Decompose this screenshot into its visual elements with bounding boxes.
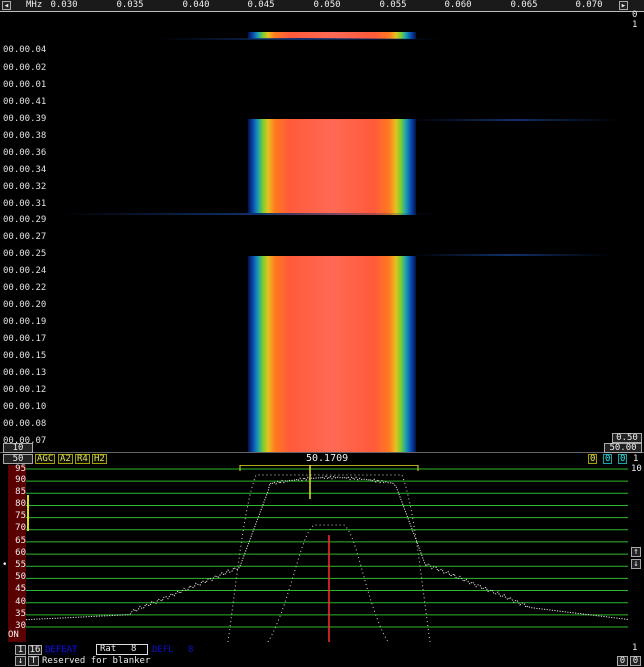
y-axis-label: 50 [15, 572, 26, 582]
time-label: 00.00.10 [3, 402, 47, 412]
waterfall-scale-right-bottom[interactable]: 50.00 [604, 443, 642, 453]
signal-band-bottom [248, 256, 416, 452]
defl-tag[interactable]: DEFL [152, 645, 174, 655]
time-label: 00.00.12 [3, 385, 47, 395]
time-label: 00.00.39 [3, 114, 47, 124]
y-axis-label: 35 [15, 609, 26, 619]
noise-streak [410, 119, 620, 121]
y-axis-label: 55 [15, 560, 26, 570]
defl-value: 8 [188, 645, 194, 655]
rat-value: 8 [131, 644, 137, 654]
time-label: 00.00.25 [3, 249, 47, 259]
sixteen-button[interactable]: 16 [28, 645, 42, 655]
spectrum-range-top: 10 [631, 464, 642, 474]
bottom-right-value[interactable]: 0 [617, 656, 628, 666]
bottom-right-button[interactable]: 0 [630, 656, 641, 666]
time-label: 00.00.38 [3, 131, 47, 141]
spectrum-trace [25, 475, 628, 621]
frequency-tick-label: 0.050 [313, 0, 341, 10]
time-label: 00.00.01 [3, 80, 47, 90]
spectrum-display[interactable]: 95 90 85 80 75 70 65 60 55 50 45 40 35 3… [0, 465, 628, 642]
y-axis-label: 45 [15, 584, 26, 594]
value-box[interactable]: 0 [588, 454, 598, 464]
y-axis-label: 60 [15, 548, 26, 558]
frequency-scale-bar[interactable]: ◂ MHz 0.030 0.035 0.040 0.045 0.050 0.05… [0, 0, 644, 12]
time-label: 00.00.24 [3, 266, 47, 276]
spectrum-plot [8, 465, 628, 642]
value-box[interactable]: 0 [603, 454, 613, 464]
y-axis-label: 95 [15, 464, 26, 474]
frequency-unit-label: MHz [26, 0, 43, 10]
frequency-tick-label: 0.040 [182, 0, 210, 10]
time-label: 00.00.32 [3, 182, 47, 192]
time-label: 00.00.41 [3, 97, 47, 107]
defeat-tag[interactable]: DEFEAT [45, 645, 78, 655]
time-label: 00.00.22 [3, 283, 47, 293]
a2-button[interactable]: A2 [58, 454, 73, 464]
down-arrow-button[interactable]: ↓ [15, 656, 26, 666]
status-message: Reserved for blanker [42, 656, 151, 666]
time-label: 00.00.27 [3, 232, 47, 242]
agc-button[interactable]: AGC [35, 454, 56, 464]
y-axis-label: 75 [15, 511, 26, 521]
y-axis-label: 85 [15, 487, 26, 497]
y-axis-label: 80 [15, 499, 26, 509]
status-bar: 1 16 DEFEAT Rat 8 DEFL 8 ↓ T Reserved fo… [0, 643, 644, 667]
center-frequency-readout: 50.1709 [306, 453, 349, 464]
scroll-up-button[interactable]: ↑ [631, 547, 641, 557]
y-axis-label: 65 [15, 536, 26, 546]
signal-band-middle [248, 119, 416, 215]
grid-lines [26, 468, 628, 628]
frequency-tick-label: 0.030 [50, 0, 78, 10]
time-label: 00.00.08 [3, 419, 47, 429]
time-label: 00.00.15 [3, 351, 47, 361]
on-label: ON [8, 630, 19, 640]
noise-streak [160, 38, 440, 40]
frequency-tick-label: 0.060 [444, 0, 472, 10]
left-edge-marker: • [2, 560, 8, 570]
time-label: 00.00.20 [3, 300, 47, 310]
scroll-down-button[interactable]: ↓ [631, 559, 641, 569]
time-label: 00.00.17 [3, 334, 47, 344]
control-end-value: 1 [633, 454, 639, 464]
frequency-tick-label: 0.065 [510, 0, 538, 10]
time-label: 00.00.36 [3, 148, 47, 158]
time-label: 00.00.34 [3, 165, 47, 175]
frequency-tick-label: 0.045 [247, 0, 275, 10]
frequency-tick-label: 0.070 [575, 0, 603, 10]
time-label: 00.00.19 [3, 317, 47, 327]
time-label: 00.00.29 [3, 215, 47, 225]
value-box[interactable]: 0 [618, 454, 628, 464]
time-label: 00.00.02 [3, 63, 47, 73]
y-axis-label: 90 [15, 475, 26, 485]
zoom-top-value: 0 [632, 10, 638, 20]
r4-button[interactable]: R4 [75, 454, 90, 464]
waterfall-display[interactable]: 00.00.04 00.00.02 00.00.01 00.00.41 00.0… [0, 12, 628, 452]
scroll-left-button[interactable]: ◂ [2, 1, 11, 11]
h2-button[interactable]: H2 [92, 454, 107, 464]
spectrum-control-bar: 50 AGC A2 R4 H2 50.1709 0 0 0 1 [0, 454, 644, 465]
y-axis-label: 40 [15, 597, 26, 607]
bottom-right-top-value: 1 [632, 643, 638, 653]
channel-button[interactable]: 1 [15, 645, 26, 655]
time-label: 00.00.13 [3, 368, 47, 378]
frequency-tick-label: 0.055 [379, 0, 407, 10]
waterfall-scale-left-value[interactable]: 10 [3, 443, 33, 453]
noise-streak [410, 254, 610, 256]
waterfall-scale-right-top[interactable]: 0.50 [612, 433, 642, 443]
y-axis-label: 70 [15, 523, 26, 533]
frequency-tick-label: 0.035 [116, 0, 144, 10]
level-value[interactable]: 50 [3, 454, 33, 464]
scroll-right-button[interactable]: ▸ [619, 1, 628, 11]
time-label: 00.00.04 [3, 45, 47, 55]
rat-field[interactable]: Rat 8 [96, 644, 148, 655]
noise-streak [60, 213, 440, 215]
zoom-bottom-value: 1 [632, 20, 638, 30]
rat-label: Rat [100, 644, 117, 654]
time-label: 00.00.31 [3, 199, 47, 209]
t-button[interactable]: T [28, 656, 39, 666]
